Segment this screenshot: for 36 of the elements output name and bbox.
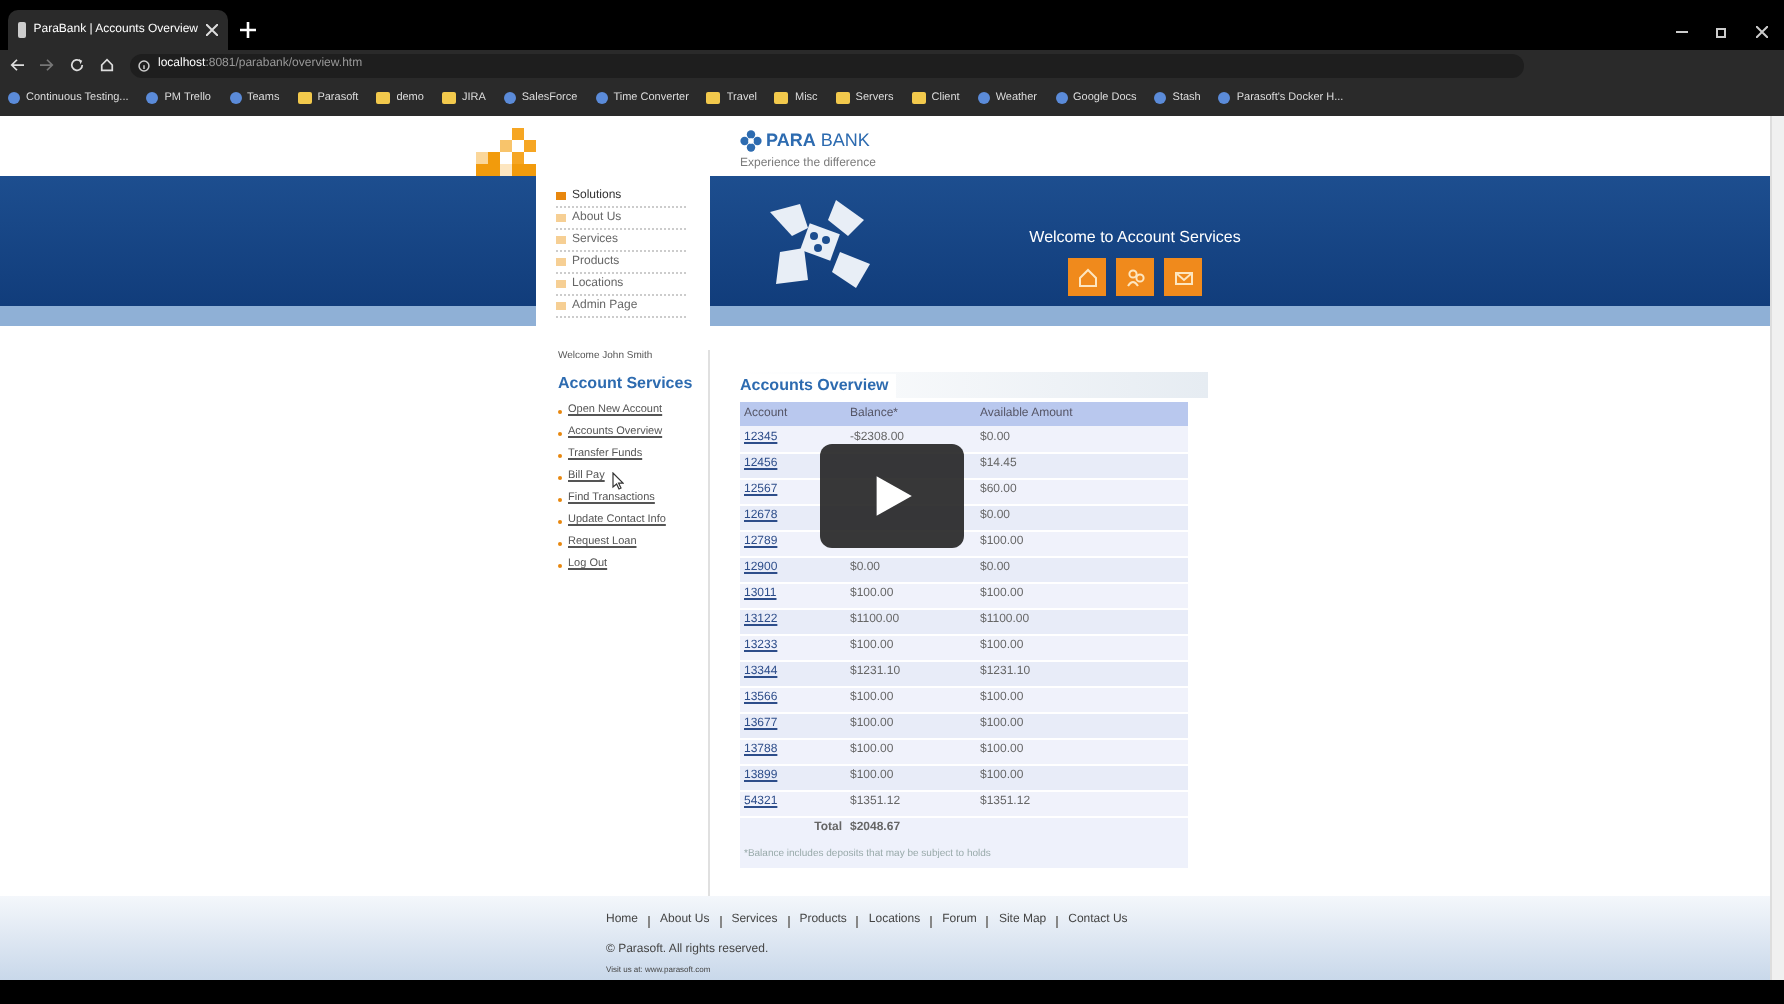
reload-icon[interactable] [70,58,84,72]
folder-icon [835,92,850,104]
site-icon [595,92,608,104]
cursor-icon [612,471,624,489]
banner-heading: Welcome to Account Services [1029,226,1241,250]
info-icon[interactable] [138,59,150,71]
folder-icon [774,92,789,104]
minimize-icon[interactable] [1676,26,1688,38]
site-icon [146,92,159,104]
site-icon [1154,92,1167,104]
scrollbar[interactable] [1770,116,1784,980]
site-icon [977,92,990,104]
folder-icon [706,92,721,104]
restore-icon[interactable] [1716,26,1728,38]
page-icon [18,22,26,38]
site-icon [503,92,516,104]
folder-icon [297,92,312,104]
folder-icon [911,92,926,104]
blocks-logo-icon [476,128,536,176]
section-heading: Accounts Overview [740,373,897,397]
flower-logo-icon [740,130,762,153]
site-icon [1055,92,1067,104]
site-icon [8,92,20,104]
new-tab-icon[interactable] [240,22,256,38]
sidebar-heading: Account Services [558,371,695,395]
close-icon[interactable] [1756,26,1768,38]
play-button[interactable] [820,444,964,548]
site-icon [229,92,241,104]
site-icon [1218,92,1231,104]
forward-icon[interactable] [40,58,54,72]
bank-logo[interactable]: PARA BANK [766,128,870,155]
close-icon[interactable] [206,24,218,36]
folder-icon [441,92,456,104]
folder-icon [376,92,391,104]
back-icon[interactable] [10,58,24,72]
home-icon[interactable] [100,58,114,72]
